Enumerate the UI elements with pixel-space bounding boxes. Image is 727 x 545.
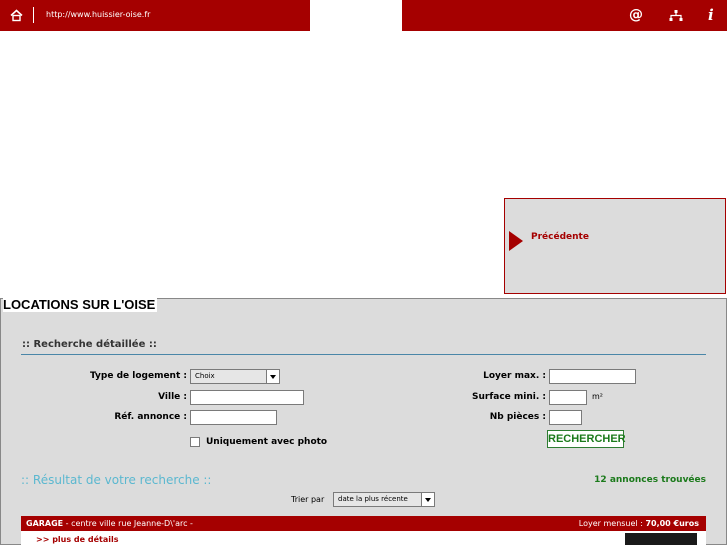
rooms-label: Nb pièces : — [489, 412, 546, 422]
max-rent-input[interactable] — [549, 369, 636, 384]
search-panel: LOCATIONS SUR L'OISE :: Recherche détail… — [0, 297, 727, 545]
housing-type-select[interactable]: Choix — [190, 369, 280, 384]
photo-only-label: Uniquement avec photo — [206, 437, 328, 447]
top-bar-left: http://www.huissier-oise.fr — [0, 0, 310, 31]
listing-title: GARAGE - centre ville rue Jeanne-D\'arc … — [26, 516, 193, 531]
listing-thumbnail[interactable] — [625, 533, 697, 545]
results-title: :: Résultat de votre recherche :: — [21, 473, 212, 487]
min-surface-input[interactable] — [549, 390, 587, 405]
site-url[interactable]: http://www.huissier-oise.fr — [46, 10, 150, 19]
previous-arrow-icon[interactable] — [509, 231, 523, 251]
home-icon[interactable] — [10, 9, 23, 22]
reference-label: Réf. annonce : — [114, 412, 187, 422]
info-icon[interactable]: i — [708, 6, 714, 24]
housing-type-label: Type de logement : — [89, 371, 187, 381]
listing-body: >> plus de détails — [21, 531, 706, 545]
previous-panel: Précédente — [504, 198, 726, 294]
rent-value: 70,00 €uros — [645, 519, 699, 528]
rent-label: Loyer mensuel : — [578, 519, 646, 528]
sort-select[interactable]: date la plus récente — [333, 492, 435, 507]
section-divider — [21, 354, 706, 355]
min-surface-label: Surface mini. : — [472, 392, 546, 402]
results-count: 12 annonces trouvées — [594, 475, 706, 485]
previous-link[interactable]: Précédente — [531, 232, 589, 242]
surface-unit: m² — [592, 392, 603, 401]
search-button[interactable]: RECHERCHER — [547, 430, 626, 448]
city-input[interactable] — [190, 390, 304, 405]
listing-header[interactable]: GARAGE - centre ville rue Jeanne-D\'arc … — [21, 516, 706, 531]
sitemap-icon[interactable] — [669, 10, 683, 22]
rooms-input[interactable] — [549, 410, 582, 425]
reference-input[interactable] — [190, 410, 277, 425]
city-label: Ville : — [158, 392, 187, 402]
photo-only-checkbox[interactable] — [190, 437, 200, 447]
page-title: LOCATIONS SUR L'OISE — [3, 297, 158, 312]
search-section-title: :: Recherche détaillée :: — [22, 339, 157, 350]
listing-rent: Loyer mensuel : 70,00 €uros — [579, 516, 699, 531]
chevron-down-icon[interactable] — [266, 370, 279, 383]
listing-location: - centre ville rue Jeanne-D\'arc - — [63, 519, 193, 528]
sort-label: Trier par — [291, 495, 325, 504]
listing-type: GARAGE — [26, 519, 64, 528]
housing-type-value: Choix — [195, 372, 215, 380]
chevron-down-icon[interactable] — [421, 493, 434, 506]
details-link[interactable]: >> plus de détails — [36, 535, 118, 544]
max-rent-label: Loyer max. : — [483, 371, 546, 381]
header-divider — [33, 7, 34, 23]
at-icon[interactable]: @ — [629, 6, 643, 24]
sort-value: date la plus récente — [338, 495, 408, 503]
